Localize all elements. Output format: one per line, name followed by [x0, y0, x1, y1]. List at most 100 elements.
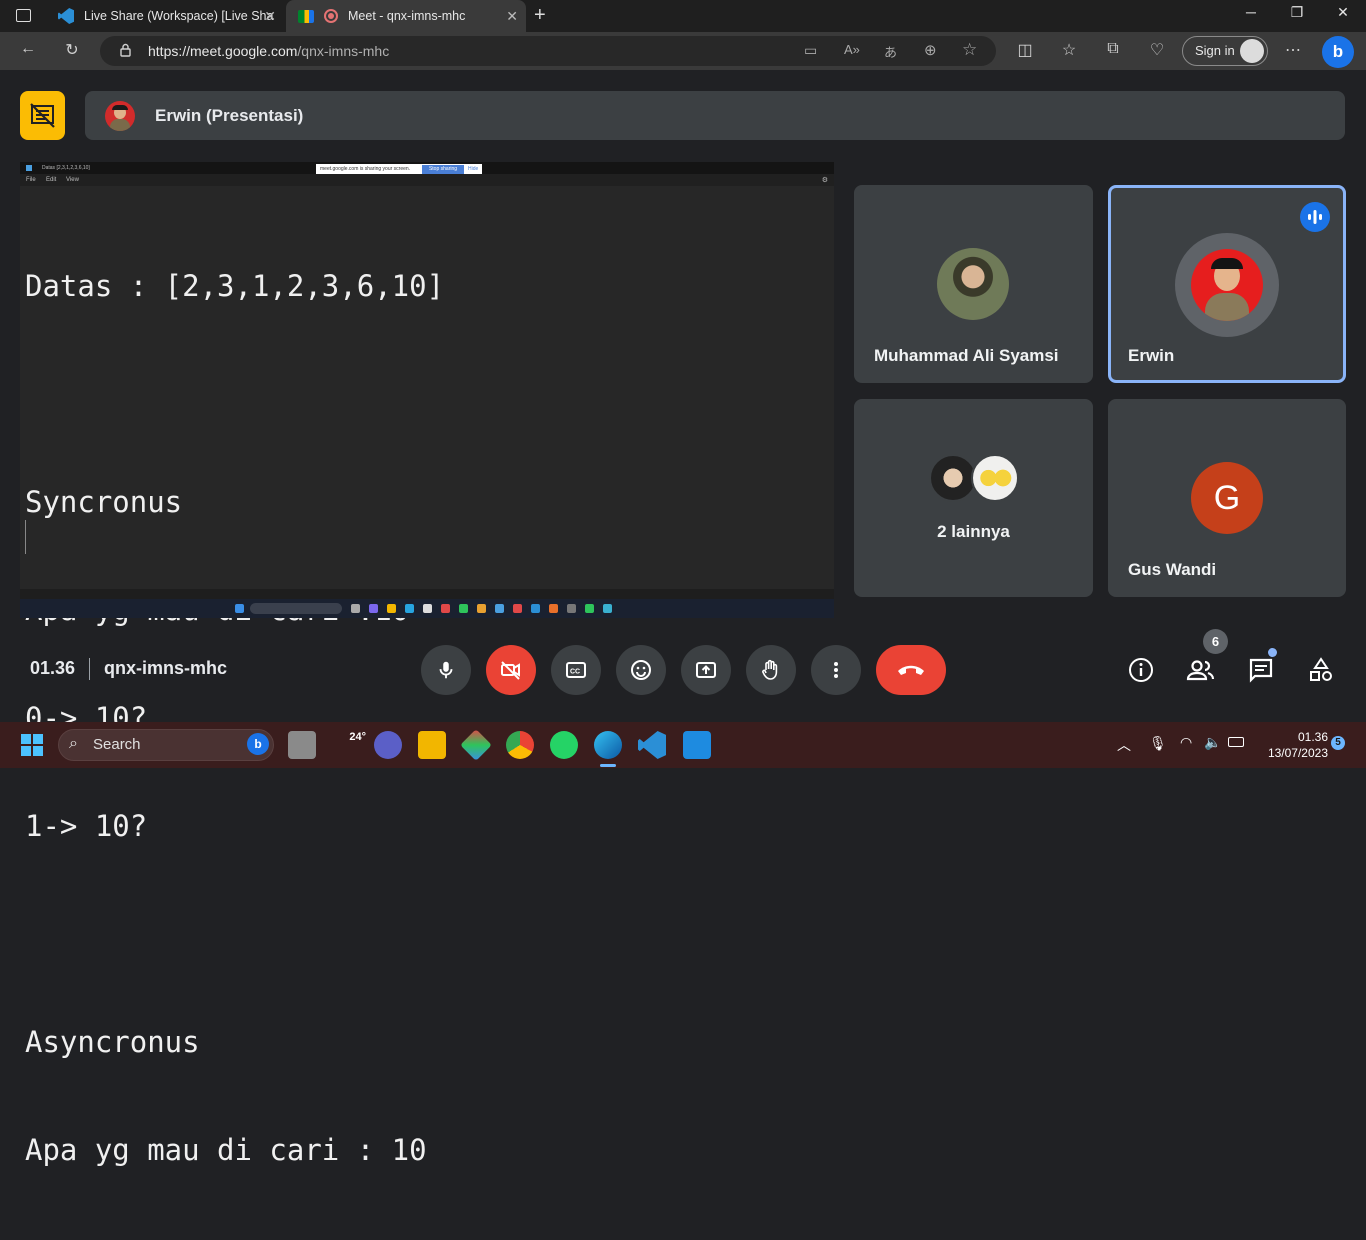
whatsapp-icon[interactable] — [550, 731, 578, 759]
raise-hand-icon — [762, 659, 778, 680]
git-app-icon[interactable] — [460, 729, 492, 761]
svg-text:CC: CC — [570, 669, 580, 676]
teams-chat-icon[interactable] — [374, 731, 402, 759]
text-cursor — [25, 520, 26, 554]
camera-off-button[interactable] — [486, 645, 536, 695]
presenter-avatar — [105, 101, 135, 131]
notification-badge[interactable]: 5 — [1331, 736, 1345, 750]
participant-tile[interactable]: G Gus Wandi — [1108, 399, 1346, 597]
clock-date: 13/07/2023 — [1267, 746, 1328, 760]
microphone-tray-icon[interactable]: 🎙 — [1149, 735, 1167, 752]
vscode-icon — [58, 8, 74, 24]
chat-button[interactable] — [1243, 652, 1279, 688]
shared-window-title: Datas [2,3,1,2,3,6,10] — [42, 165, 90, 171]
start-button[interactable] — [21, 734, 43, 756]
presentation-icon[interactable] — [20, 91, 65, 140]
tab-title: Live Share (Workspace) [Live Sha — [84, 9, 274, 23]
chat-icon — [1249, 658, 1273, 683]
activities-icon — [1310, 657, 1332, 681]
close-tab-icon[interactable]: ✕ — [506, 8, 518, 25]
more-menu-icon[interactable]: ⋯ — [1282, 40, 1304, 60]
code-line: 1-> 10? — [25, 809, 148, 843]
shared-text-content: Datas : [2,3,1,2,3,6,10] ​ Syncronus Apa… — [25, 196, 444, 1240]
wifi-icon[interactable]: ◠ — [1180, 734, 1192, 751]
browser-essentials-icon[interactable]: ♡ — [1146, 40, 1168, 60]
reload-icon[interactable]: ↻ — [61, 40, 83, 60]
app-icon — [567, 604, 576, 613]
vscode-icon[interactable] — [638, 731, 666, 759]
collections-icon[interactable]: ⧉ — [1102, 40, 1124, 58]
meeting-details-button[interactable] — [1123, 652, 1159, 688]
minimize-button[interactable]: ─ — [1228, 4, 1274, 28]
app-icon — [26, 165, 32, 171]
browser-tab-strip: Live Share (Workspace) [Live Sha ✕ Meet … — [0, 0, 1366, 32]
shared-window-menubar: File Edit View ⚙ — [20, 174, 834, 186]
participant-tile[interactable]: Muhammad Ali Syamsi — [854, 185, 1093, 383]
chat-notification-dot — [1268, 648, 1277, 657]
volume-icon[interactable]: 🔈 — [1204, 734, 1221, 751]
zoom-icon[interactable]: ⊕ — [924, 41, 937, 59]
app-icon — [495, 604, 504, 613]
microphone-button[interactable] — [421, 645, 471, 695]
app-icon — [531, 604, 540, 613]
show-hidden-icons[interactable]: ︿ — [1117, 735, 1131, 755]
participant-avatar — [937, 248, 1009, 320]
taskbar-clock[interactable]: 01.36 13/07/2023 — [1256, 729, 1328, 761]
bing-chat-icon[interactable]: b — [1322, 36, 1354, 68]
tab-title: Meet - qnx-imns-mhc — [348, 9, 466, 23]
address-bar[interactable]: https://meet.google.com/qnx-imns-mhc ▭ A… — [100, 36, 996, 66]
weather-widget[interactable]: 24° — [332, 731, 366, 759]
file-explorer-icon[interactable] — [418, 731, 446, 759]
more-options-button[interactable] — [811, 645, 861, 695]
leave-call-button[interactable] — [876, 645, 946, 695]
close-tab-icon[interactable]: ✕ — [264, 8, 276, 25]
people-button[interactable] — [1183, 652, 1219, 688]
microphone-icon — [439, 661, 453, 679]
split-screen-icon[interactable]: ◫ — [1014, 40, 1036, 60]
restore-button[interactable]: ❐ — [1274, 4, 1320, 28]
menu-file: File — [26, 177, 36, 183]
more-vert-icon — [834, 662, 838, 678]
favorite-star-icon[interactable]: ☆ — [962, 40, 977, 60]
favorites-icon[interactable]: ☆ — [1058, 40, 1080, 60]
url-path: /qnx-imns-mhc — [297, 43, 390, 59]
participant-name: Gus Wandi — [1128, 560, 1217, 579]
participant-avatar — [1191, 249, 1263, 321]
present-screen-icon — [696, 662, 716, 678]
participant-avatar — [929, 454, 977, 502]
read-aloud-icon[interactable]: A» — [844, 42, 860, 57]
shared-window-statusbar — [20, 589, 834, 599]
participant-name: Erwin — [1128, 346, 1175, 365]
participant-name: Muhammad Ali Syamsi — [874, 346, 1059, 365]
stop-sharing-button[interactable]: Stop sharing — [422, 165, 464, 174]
raise-hand-button[interactable] — [746, 645, 796, 695]
camera-permission-icon[interactable]: ▭ — [804, 42, 817, 59]
app-icon — [405, 604, 414, 613]
present-now-button[interactable] — [681, 645, 731, 695]
tab-meet[interactable]: Meet - qnx-imns-mhc ✕ — [286, 0, 526, 32]
hide-button[interactable]: Hide — [468, 166, 478, 172]
participant-tile-speaking[interactable]: Erwin — [1108, 185, 1346, 383]
tab-live-share[interactable]: Live Share (Workspace) [Live Sha ✕ — [48, 0, 284, 32]
tab-actions-icon[interactable] — [16, 9, 31, 22]
speaking-indicator-icon — [1300, 202, 1330, 232]
captions-button[interactable]: CC — [551, 645, 601, 695]
battery-icon[interactable] — [1228, 737, 1244, 747]
activities-button[interactable] — [1303, 652, 1339, 688]
translate-icon[interactable]: あ — [884, 42, 897, 61]
bing-icon: b — [247, 733, 269, 755]
edge-icon[interactable] — [594, 731, 622, 759]
end-call-icon — [898, 665, 924, 675]
close-window-button[interactable]: ✕ — [1320, 4, 1366, 28]
participant-name: 2 lainnya — [937, 522, 1010, 541]
taskbar-search[interactable]: ⌕ Search b — [58, 729, 274, 761]
task-view-icon[interactable] — [288, 731, 316, 759]
back-icon[interactable]: ← — [17, 40, 39, 58]
chrome-icon[interactable] — [506, 731, 534, 759]
sign-in-button[interactable]: Sign in — [1182, 36, 1268, 66]
taskbar-search-label: Search — [93, 736, 141, 753]
reactions-button[interactable] — [616, 645, 666, 695]
mail-icon[interactable] — [683, 731, 711, 759]
participant-tile-others[interactable]: 2 lainnya — [854, 399, 1093, 597]
new-tab-button[interactable]: + — [534, 4, 546, 27]
